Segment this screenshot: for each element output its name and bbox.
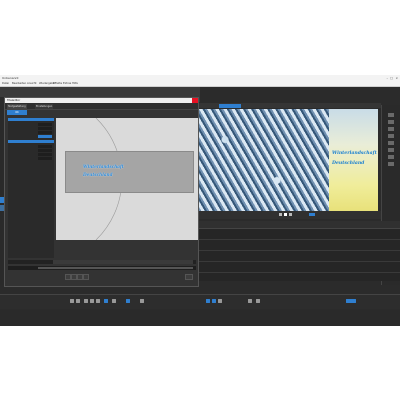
dialog-timeline[interactable]	[8, 260, 196, 264]
timeline-track[interactable]	[199, 251, 400, 262]
property-value[interactable]	[38, 131, 52, 134]
menu-item[interactable]: Hilfe	[72, 82, 78, 85]
timeline-track[interactable]	[199, 240, 400, 251]
zoom-icon[interactable]	[185, 274, 193, 280]
property-row[interactable]	[10, 153, 52, 156]
property-row[interactable]	[10, 123, 52, 126]
preview-source-button[interactable]	[219, 103, 241, 108]
title-editor-dialog: Titeleditor Textgestaltung Einstellungen…	[4, 97, 199, 287]
cut-icon[interactable]	[104, 299, 108, 303]
property-value[interactable]	[38, 123, 52, 126]
next-frame-icon[interactable]	[289, 213, 292, 216]
dialog-clip-track[interactable]	[8, 266, 196, 270]
dialog-title: Titeleditor	[7, 98, 21, 102]
marker-icon[interactable]	[140, 299, 144, 303]
timeline-track[interactable]	[199, 262, 400, 273]
tool-icon[interactable]	[388, 134, 394, 138]
application-window: Unbenannt – □ × Datei Bearbeiten Ansicht…	[0, 75, 400, 326]
menu-item[interactable]: Bearbeiten	[12, 82, 26, 85]
property-row[interactable]	[10, 135, 52, 138]
title-text-line1: Winterlandschaft	[83, 164, 124, 169]
bottom-toolbar	[0, 294, 400, 309]
tool-icon[interactable]	[388, 141, 394, 145]
export-button[interactable]	[346, 299, 356, 303]
minimize-icon[interactable]: –	[387, 76, 389, 80]
dialog-ok-button[interactable]: OK	[7, 110, 27, 115]
status-bar	[0, 310, 400, 326]
split-icon[interactable]	[112, 299, 116, 303]
tool-icon[interactable]	[388, 162, 394, 166]
window-close-icon[interactable]: ×	[395, 76, 398, 80]
dialog-timeline-range[interactable]	[53, 260, 193, 264]
property-value[interactable]	[38, 153, 52, 156]
undo-icon[interactable]	[70, 299, 74, 303]
tool-icon[interactable]	[388, 120, 394, 124]
menu-item[interactable]: Ansicht	[27, 82, 37, 85]
property-value[interactable]	[38, 157, 52, 160]
menu-item[interactable]: Datei	[2, 82, 9, 85]
properties-header	[8, 118, 54, 121]
video-preview: Winterlandschaft Deutschland	[199, 109, 378, 211]
prev-frame-icon[interactable]	[279, 213, 282, 216]
property-row[interactable]	[10, 149, 52, 152]
text-box[interactable]: Winterlandschaft Deutschland	[65, 151, 194, 193]
property-row[interactable]	[10, 127, 52, 130]
property-row[interactable]	[10, 157, 52, 160]
title-canvas[interactable]: Winterlandschaft Deutschland	[56, 118, 198, 240]
title-text-line2: Deutschland	[83, 172, 113, 177]
property-value[interactable]	[38, 135, 52, 138]
menu-item[interactable]: Extras	[63, 82, 71, 85]
tool-icon[interactable]	[388, 155, 394, 159]
timeline-track[interactable]	[199, 229, 400, 240]
app-title: Unbenannt	[2, 76, 19, 80]
tool-icon[interactable]	[388, 127, 394, 131]
timeline-ruler[interactable]	[199, 221, 400, 229]
loop-icon[interactable]	[83, 274, 89, 280]
zoom-icon[interactable]	[212, 299, 216, 303]
tab-text-design[interactable]: Textgestaltung	[7, 103, 27, 109]
preview-transport-bar	[199, 211, 381, 219]
property-row[interactable]	[10, 131, 52, 134]
dialog-clip-bar[interactable]	[38, 267, 193, 269]
preview-toolbar	[199, 103, 381, 108]
tab-settings[interactable]: Einstellungen	[35, 103, 54, 109]
record-icon[interactable]	[126, 299, 130, 303]
export-icon[interactable]	[309, 213, 315, 216]
timeline-panel	[199, 221, 400, 281]
volume-icon[interactable]	[256, 299, 260, 303]
tool-icon[interactable]	[388, 113, 394, 117]
dialog-tabbar: Textgestaltung Einstellungen	[5, 103, 198, 110]
preview-sky-image: Winterlandschaft Deutschland	[329, 109, 378, 211]
redo-icon[interactable]	[76, 299, 80, 303]
property-row[interactable]	[10, 145, 52, 148]
property-value[interactable]	[38, 149, 52, 152]
preview-text-line1: Winterlandschaft	[332, 151, 377, 156]
snap-icon[interactable]	[218, 299, 222, 303]
pause-icon[interactable]	[90, 299, 94, 303]
menu-item[interactable]: Effekte	[53, 82, 62, 85]
preview-play-icon[interactable]	[284, 213, 287, 216]
maximize-icon[interactable]: □	[390, 76, 393, 80]
tool-icon[interactable]	[388, 148, 394, 152]
properties-subheader	[8, 140, 54, 143]
gear-icon[interactable]	[206, 299, 210, 303]
property-value[interactable]	[38, 127, 52, 130]
properties-panel	[8, 118, 54, 258]
play-icon[interactable]	[84, 299, 88, 303]
grid-icon[interactable]	[248, 299, 252, 303]
preview-forest-image	[199, 109, 329, 211]
stop-icon[interactable]	[96, 299, 100, 303]
preview-text-line2: Deutschland	[332, 161, 365, 166]
property-value[interactable]	[38, 145, 52, 148]
